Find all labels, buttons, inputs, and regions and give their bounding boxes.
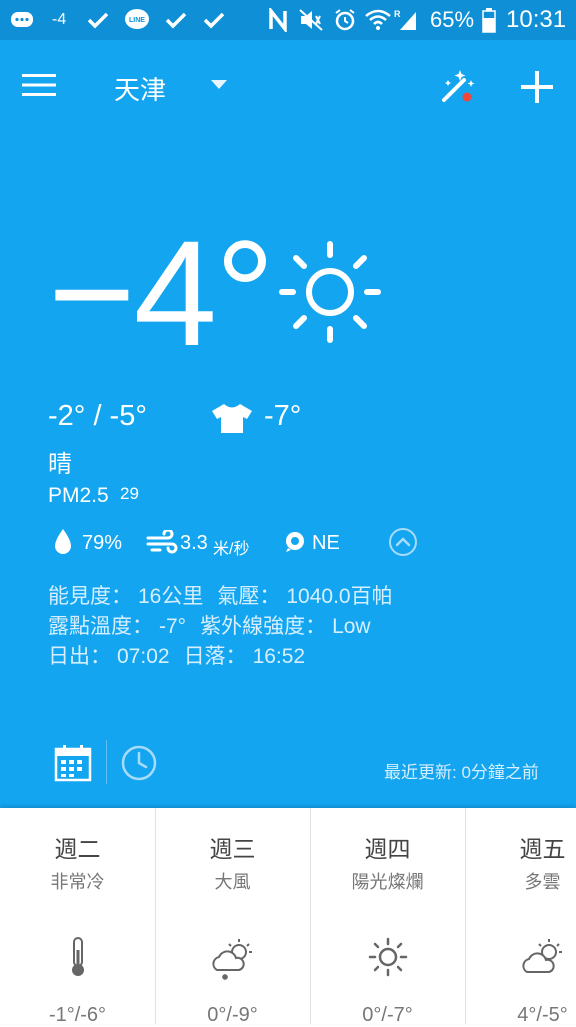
forecast-condition: 多雲 — [524, 872, 561, 892]
visibility-label: 能見度： — [48, 585, 132, 608]
wind-direction-icon — [284, 530, 306, 559]
wind-direction-value: NE — [312, 532, 340, 554]
wind-speed-value: 3.3 — [180, 532, 208, 554]
forecast-day-name: 週三 — [209, 836, 256, 862]
city-name[interactable]: 天津 — [114, 70, 166, 107]
dewpoint-label: 露點溫度： — [48, 615, 153, 638]
alarm-icon — [334, 0, 356, 40]
nfc-icon — [268, 0, 288, 40]
uv-label: 紫外線強度： — [200, 615, 327, 638]
svg-text:LINE: LINE — [129, 17, 145, 24]
forecast-day-name: 週二 — [54, 836, 101, 862]
sunset-value: 16:52 — [252, 645, 306, 668]
wifi-icon — [364, 0, 392, 40]
plus-icon[interactable] — [520, 70, 554, 109]
pm25-value: 29 — [120, 484, 139, 503]
snow-cloud-sun-icon — [155, 936, 310, 982]
condition-text: 晴 — [48, 451, 72, 478]
signal-icon: R — [394, 0, 418, 40]
hamburger-menu-icon[interactable] — [22, 72, 56, 103]
temperature-notification: -4 — [52, 11, 67, 28]
check-icon — [202, 0, 226, 40]
humidity-value: 79% — [82, 532, 123, 554]
forecast-condition: 大風 — [214, 872, 251, 892]
forecast-day[interactable]: 週二 非常冷 -1°/-6° — [0, 808, 156, 1026]
water-drop-icon — [52, 528, 74, 561]
feels-like-temperature: -7° — [264, 400, 302, 432]
current-temperature: −4° — [48, 209, 275, 377]
forecast-day[interactable]: 週三 大風 0°/-9° — [155, 808, 311, 1026]
forecast-condition: 陽光燦爛 — [351, 872, 424, 892]
battery-icon — [482, 0, 496, 40]
calendar-icon[interactable] — [54, 744, 92, 787]
sunset-label: 日落： — [183, 645, 247, 668]
forecast-strip: 週二 非常冷 -1°/-6° 週三 大風 0°/-9° 週四 陽光燦爛 0°/-… — [0, 808, 576, 1026]
forecast-day[interactable]: 週四 陽光燦爛 0°/-7° — [310, 808, 466, 1026]
uv-value: Low — [332, 615, 371, 638]
detail-line-1: 能見度： 16公里 氣壓： 1040.0百帕 — [48, 580, 407, 610]
shirt-icon — [210, 402, 254, 439]
pressure-value: 1040.0百帕 — [286, 585, 393, 608]
sun-icon — [276, 238, 384, 351]
thermometer-icon — [0, 936, 155, 982]
pm25-label: PM2.5 — [48, 484, 109, 507]
status-bar: -4 LINE R 65% 10:31 — [0, 0, 576, 40]
wind-speed-unit: 米/秒 — [213, 541, 250, 558]
clock-icon[interactable] — [120, 744, 158, 787]
cloud-sun-icon — [465, 936, 576, 982]
magic-wand-icon[interactable] — [440, 66, 480, 111]
chat-bubble-icon — [10, 0, 34, 40]
forecast-day[interactable]: 週五 多雲 4°/-5° — [465, 808, 576, 1026]
sunrise-label: 日出： — [48, 645, 111, 668]
check-icon — [164, 0, 188, 40]
pressure-label: 氣壓： — [217, 585, 281, 608]
sunrise-value: 07:02 — [117, 645, 170, 668]
chevron-down-icon[interactable] — [210, 78, 228, 96]
divider — [106, 740, 107, 784]
high-low-temperature: -2° / -5° — [48, 400, 147, 432]
visibility-value: 16公里 — [138, 585, 204, 608]
mute-icon — [298, 0, 324, 40]
check-icon — [86, 0, 110, 40]
current-weather-panel: 天津 −4° -2° / -5° -7° 晴 PM2.5 29 79% 3.3 … — [0, 40, 576, 808]
detail-line-2: 露點溫度： -7° 紫外線強度： Low — [48, 610, 385, 640]
detail-line-3: 日出： 07:02 日落： 16:52 — [48, 640, 319, 670]
svg-text:R: R — [394, 9, 401, 19]
chevron-up-circle-icon[interactable] — [388, 527, 418, 562]
dewpoint-value: -7° — [159, 615, 187, 638]
clock: 10:31 — [506, 6, 567, 33]
forecast-day-name: 週五 — [519, 836, 566, 862]
line-app-icon: LINE — [124, 0, 150, 40]
forecast-condition: 非常冷 — [50, 872, 105, 892]
battery-percent: 65% — [430, 7, 475, 32]
last-updated: 最近更新: 0分鐘之前 — [384, 763, 539, 782]
forecast-day-name: 週四 — [364, 836, 411, 862]
sun-icon — [310, 936, 465, 982]
wind-icon — [146, 528, 180, 559]
